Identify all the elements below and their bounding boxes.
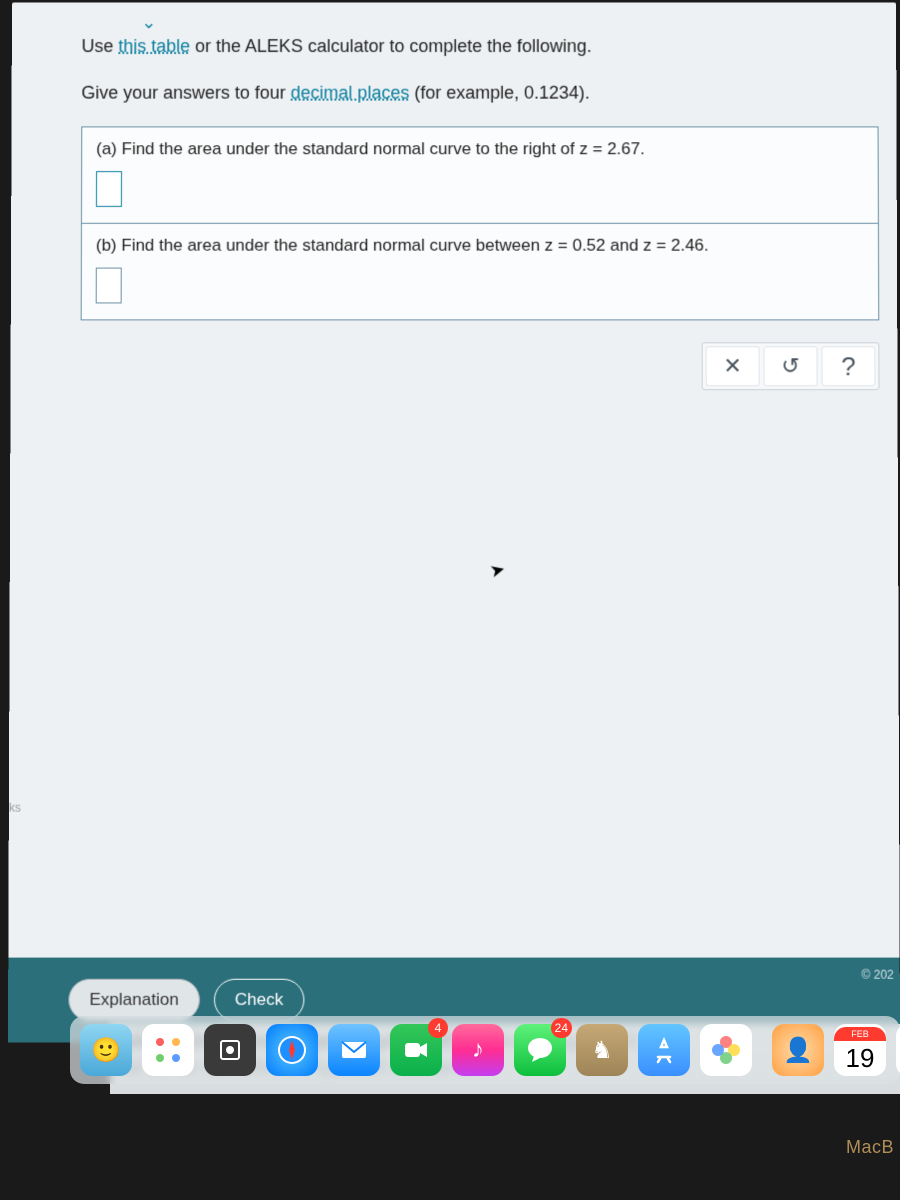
finder-icon[interactable]: 🙂: [80, 1024, 132, 1076]
calendar-day: 19: [846, 1043, 875, 1074]
close-icon: ✕: [723, 353, 741, 379]
copyright-text: © 202: [861, 968, 893, 982]
music-icon[interactable]: ♪: [452, 1024, 504, 1076]
check-button[interactable]: Check: [214, 979, 305, 1021]
explanation-button[interactable]: Explanation: [68, 979, 200, 1021]
question-mark-icon: ?: [841, 351, 856, 382]
calendar-month: FEB: [834, 1027, 886, 1041]
instruction-line-1: Use this table or the ALEKS calculator t…: [82, 33, 867, 60]
reminders-icon[interactable]: 2: [896, 1024, 900, 1076]
mail-icon[interactable]: [328, 1024, 380, 1076]
question-part-b: (b) Find the area under the standard nor…: [82, 223, 879, 320]
screenshot-icon[interactable]: [204, 1024, 256, 1076]
answer-input-b[interactable]: [96, 268, 122, 304]
macos-dock: 🙂 4 ♪ 24 ♞ 👤 FEB 19 2: [70, 1016, 900, 1084]
sidebar-truncated-label: ks: [9, 801, 21, 815]
appstore-icon[interactable]: [638, 1024, 690, 1076]
calendar-icon[interactable]: FEB 19: [834, 1024, 886, 1076]
this-table-link[interactable]: this table: [118, 36, 190, 56]
facetime-badge: 4: [428, 1018, 448, 1038]
controls-group: ✕ ↺ ?: [702, 342, 880, 390]
chess-icon[interactable]: ♞: [576, 1024, 628, 1076]
contacts-icon[interactable]: 👤: [772, 1024, 824, 1076]
question-box: (a) Find the area under the standard nor…: [81, 126, 880, 320]
decimal-places-link[interactable]: decimal places: [291, 83, 410, 103]
messages-icon[interactable]: 24: [514, 1024, 566, 1076]
undo-icon: ↺: [781, 353, 799, 379]
answer-input-a[interactable]: [96, 171, 122, 207]
instruction-line-2: Give your answers to four decimal places…: [81, 80, 866, 107]
question-part-a: (a) Find the area under the standard nor…: [82, 127, 878, 222]
clear-button[interactable]: ✕: [706, 346, 760, 386]
photos-icon[interactable]: [700, 1024, 752, 1076]
chevron-down-icon[interactable]: ⌄: [141, 12, 155, 26]
launchpad-icon[interactable]: [142, 1024, 194, 1076]
help-button[interactable]: ?: [821, 346, 875, 386]
safari-icon[interactable]: [266, 1024, 318, 1076]
macbook-label: MacB: [846, 1137, 894, 1158]
messages-badge: 24: [551, 1018, 572, 1038]
facetime-icon[interactable]: 4: [390, 1024, 442, 1076]
cursor-icon: ➤: [488, 558, 508, 582]
reset-button[interactable]: ↺: [764, 346, 818, 386]
